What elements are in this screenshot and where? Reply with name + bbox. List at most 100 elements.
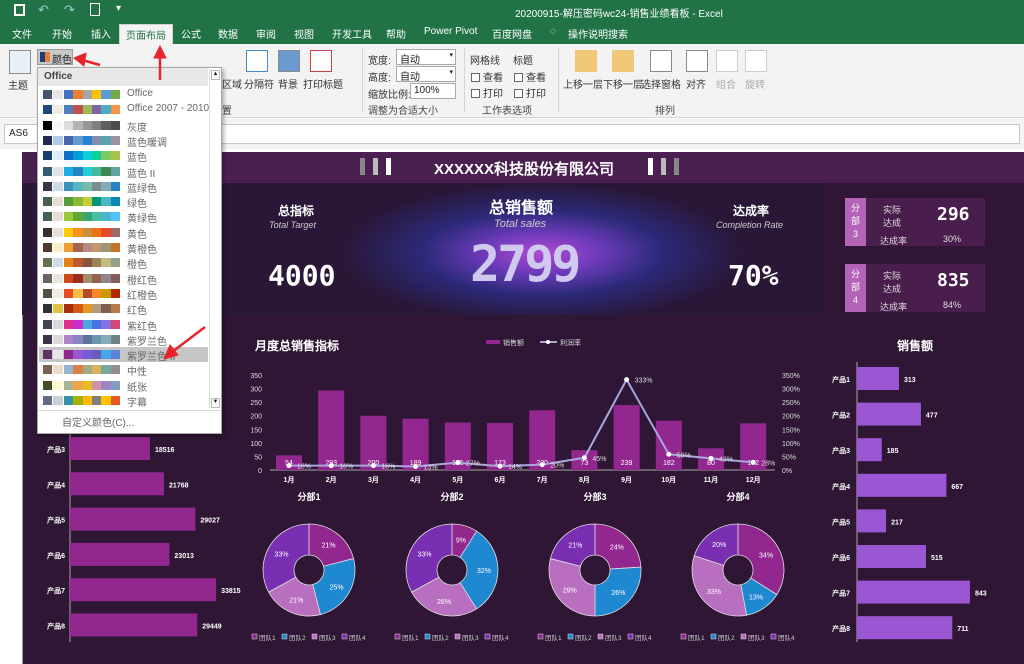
color-scheme-item[interactable]: 黄绿色	[39, 209, 208, 225]
category-label: 产品6	[832, 553, 850, 562]
color-scheme-item[interactable]: 紫罗兰色 II	[39, 347, 208, 363]
color-scheme-label: 黄橙色	[127, 245, 157, 256]
color-scheme-label: Office 2007 - 2010	[127, 103, 210, 115]
color-swatch-strip	[43, 380, 120, 390]
pie-data-label: 21%	[322, 543, 336, 550]
color-swatch-strip	[43, 396, 120, 405]
color-swatch-strip	[43, 212, 120, 222]
bar	[70, 578, 217, 602]
dropdown-scrollbar[interactable]: ▲ ▼	[209, 69, 221, 409]
color-scheme-label: 蓝绿色	[127, 183, 157, 195]
bar	[318, 390, 345, 470]
custom-colors-item[interactable]: 自定义颜色(C)...	[62, 414, 134, 429]
color-scheme-item[interactable]: 灰度	[39, 118, 208, 134]
category-label: 产品6	[47, 551, 65, 560]
bar-data-label: 80	[707, 460, 715, 467]
y2-tick-label: 100%	[782, 441, 800, 448]
pie-data-label: 21%	[568, 543, 582, 550]
legend-swatch	[394, 633, 401, 640]
line-marker	[455, 460, 461, 466]
pie-data-label: 21%	[289, 597, 303, 604]
color-scheme-item[interactable]: 紫罗兰色	[39, 332, 208, 348]
color-scheme-item[interactable]: 蓝色暖调	[39, 133, 208, 149]
line-marker	[370, 463, 376, 469]
bar-data-label: 33815	[221, 588, 241, 595]
y2-tick-label: 350%	[782, 373, 800, 380]
scroll-up-icon[interactable]: ▲	[211, 70, 220, 80]
pie-data-label: 13%	[749, 594, 763, 601]
pie-title: 分部1	[297, 491, 320, 502]
color-scheme-item[interactable]: Office	[39, 87, 208, 102]
color-swatch-strip	[43, 304, 120, 314]
legend-swatch	[454, 633, 461, 640]
category-label: 产品5	[832, 517, 850, 526]
line-marker	[708, 455, 714, 461]
line-marker	[624, 377, 630, 383]
color-scheme-item[interactable]: 紫红色	[39, 317, 208, 333]
color-swatch-strip	[43, 166, 120, 176]
category-label: 产品1	[832, 375, 850, 384]
legend-label: 团队1	[259, 633, 276, 642]
line-data-label: 13%	[424, 464, 438, 471]
color-swatch-strip	[43, 120, 120, 130]
x-tick-label: 12月	[746, 476, 761, 484]
color-scheme-item[interactable]: 中性	[39, 362, 208, 378]
color-scheme-label: 字幕	[127, 398, 147, 409]
x-tick-label: 3月	[368, 476, 379, 484]
line-data-label: 14%	[508, 464, 522, 471]
chart-title: 销售额	[897, 338, 933, 353]
category-label: 产品2	[832, 411, 850, 420]
legend-swatch-bar	[486, 340, 500, 344]
legend-label: 团队1	[688, 633, 705, 642]
color-scheme-item[interactable]: 字幕	[39, 393, 208, 409]
legend-swatch	[567, 633, 574, 640]
color-swatch-strip	[43, 273, 120, 283]
color-scheme-item[interactable]: 红色	[39, 301, 208, 317]
category-label: 产品4	[832, 482, 850, 491]
y2-tick-label: 200%	[782, 414, 800, 421]
color-scheme-item[interactable]: 橙红色	[39, 271, 208, 287]
color-scheme-item[interactable]: 黄色	[39, 225, 208, 241]
scroll-down-icon[interactable]: ▼	[211, 398, 220, 408]
pie-title: 分部3	[583, 491, 606, 502]
legend-swatch	[597, 633, 604, 640]
category-label: 产品7	[832, 589, 850, 598]
color-scheme-item[interactable]: 蓝色	[39, 148, 208, 164]
color-scheme-item[interactable]: Office 2007 - 2010	[39, 102, 210, 117]
color-scheme-label: Office	[127, 88, 153, 99]
legend-swatch	[281, 633, 288, 640]
legend-label: 利润率	[560, 338, 581, 347]
bar	[857, 545, 927, 568]
category-label: 产品5	[47, 516, 65, 525]
line-marker	[286, 463, 292, 469]
legend-label: 团队3	[605, 633, 622, 642]
x-tick-label: 10月	[661, 476, 676, 484]
color-swatch-strip	[43, 135, 120, 145]
color-scheme-item[interactable]: 蓝绿色	[39, 179, 208, 195]
color-scheme-item[interactable]: 纸张	[39, 378, 208, 394]
y-tick-label: 250	[250, 400, 262, 407]
legend-label: 团队1	[402, 633, 419, 642]
legend-swatch	[680, 633, 687, 640]
legend-label: 团队4	[635, 633, 652, 642]
color-scheme-item[interactable]: 红橙色	[39, 286, 208, 302]
line-data-label: 27%	[466, 461, 480, 468]
color-scheme-item[interactable]: 橙色	[39, 255, 208, 271]
color-scheme-item[interactable]: 蓝色 II	[39, 164, 208, 180]
line-marker	[750, 459, 756, 465]
bar-data-label: 29449	[202, 624, 222, 631]
y2-tick-label: 0%	[782, 468, 792, 475]
color-scheme-item[interactable]: 黄橙色	[39, 240, 208, 256]
bar	[70, 507, 196, 531]
legend-label: 团队3	[462, 633, 479, 642]
color-scheme-label: 蓝色暖调	[127, 137, 167, 149]
legend-swatch	[484, 633, 491, 640]
pie-data-label: 24%	[610, 545, 624, 552]
line-data-label: 58%	[677, 452, 691, 459]
legend-swatch	[710, 633, 717, 640]
pie-data-label: 26%	[611, 590, 625, 597]
bar-data-label: 73	[581, 460, 589, 467]
legend-swatch	[537, 633, 544, 640]
color-scheme-item[interactable]: 绿色	[39, 194, 208, 210]
bar-data-label: 667	[951, 484, 963, 491]
